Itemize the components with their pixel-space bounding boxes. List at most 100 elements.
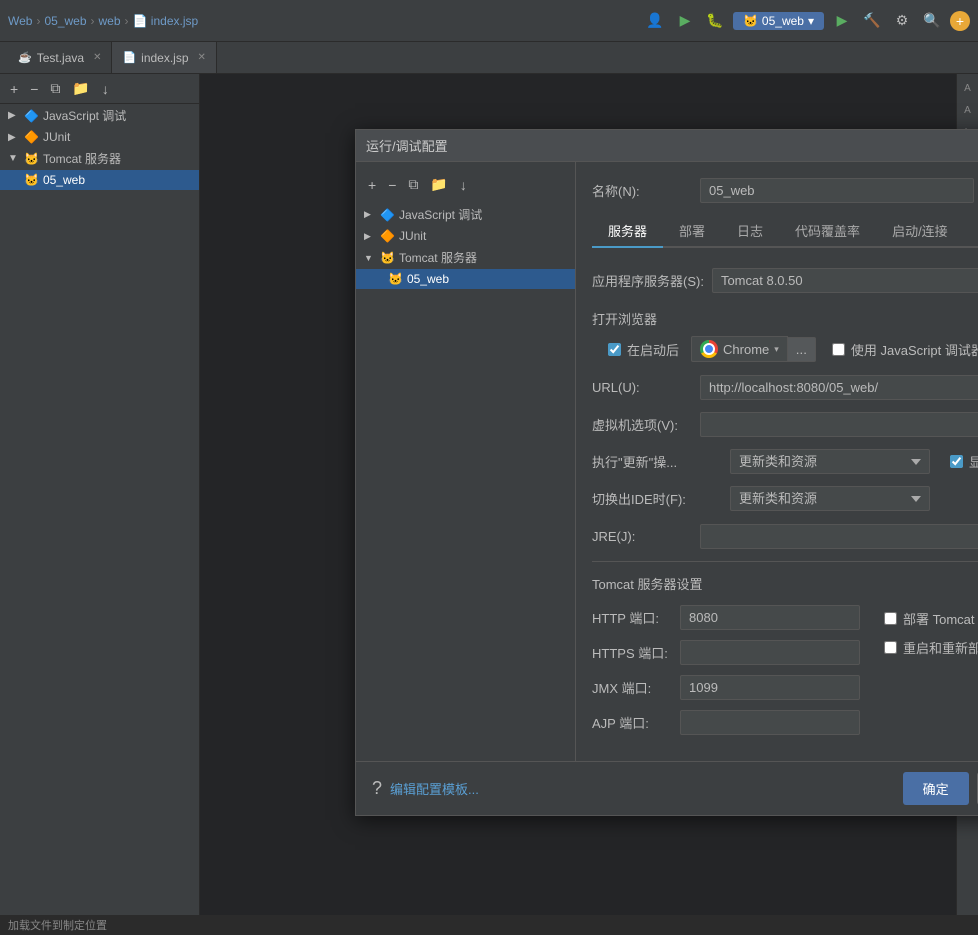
dialog-overlay: 运行/调试配置 ✕ + − ⧉ 📁 ↓ ▶ bbox=[200, 74, 956, 935]
sidebar-add-btn[interactable]: + bbox=[6, 79, 22, 99]
rs-icon-1[interactable]: A bbox=[958, 78, 978, 98]
close-tab-index[interactable]: ✕ bbox=[198, 52, 206, 63]
switch-select[interactable]: 更新类和资源 bbox=[730, 486, 930, 511]
dlg-sort-btn[interactable]: ↓ bbox=[456, 174, 471, 195]
breadcrumb-05web[interactable]: 05_web bbox=[44, 14, 86, 28]
jmx-input[interactable] bbox=[680, 675, 860, 700]
top-bar-left: Web › 05_web › web › 📄 index.jsp bbox=[8, 14, 639, 28]
status-text: 加载文件到制定位置 bbox=[8, 917, 107, 933]
js-debug-label: 使用 JavaScript 调试器(J) bbox=[832, 340, 978, 359]
name-input[interactable] bbox=[700, 178, 974, 203]
ajp-row: AJP 端口: bbox=[592, 710, 860, 735]
build-icon[interactable]: 🔨 bbox=[860, 9, 884, 33]
ajp-label: AJP 端口: bbox=[592, 713, 672, 732]
tab-startup[interactable]: 启动/连接 bbox=[876, 215, 964, 248]
vm-input-group: ⤢ bbox=[700, 412, 978, 437]
dlg-remove-btn[interactable]: − bbox=[384, 174, 400, 195]
tab-index-jsp[interactable]: 📄 index.jsp ✕ bbox=[112, 42, 216, 73]
sidebar-folder-btn[interactable]: 📁 bbox=[68, 78, 93, 99]
vm-row: 虚拟机选项(V): ⤢ bbox=[592, 412, 978, 437]
search-icon[interactable]: 🔍 bbox=[920, 9, 944, 33]
sidebar-item-junit-label: JUnit bbox=[43, 130, 70, 144]
green-arrow-icon[interactable]: ▶ bbox=[673, 9, 697, 33]
dlg-item-tomcat[interactable]: ▼ 🐱 Tomcat 服务器 bbox=[356, 246, 575, 269]
tab-server[interactable]: 服务器 bbox=[592, 215, 663, 248]
after-launch-label: 在启动后 bbox=[608, 340, 679, 359]
show-dialog-checkbox[interactable] bbox=[950, 455, 963, 468]
deploy-checkbox[interactable] bbox=[884, 612, 897, 625]
sidebar-item-tomcat-label: Tomcat 服务器 bbox=[43, 150, 121, 167]
dlg-item-js[interactable]: ▶ 🔷 JavaScript 调试 bbox=[356, 203, 575, 226]
divider-1 bbox=[592, 561, 978, 562]
sidebar-copy-btn[interactable]: ⧉ bbox=[46, 78, 64, 99]
dlg-tomcat-label: Tomcat 服务器 bbox=[399, 249, 477, 266]
https-row: HTTPS 端口: bbox=[592, 640, 860, 665]
browse-more-btn[interactable]: ... bbox=[788, 337, 816, 362]
deploy-checkbox-row: 部署 Tomcat 实例中配置的应用程序(D) bbox=[884, 609, 978, 628]
ports-right: 部署 Tomcat 实例中配置的应用程序(D) 重启和重新部署后保持会话 bbox=[884, 605, 978, 745]
junit-icon: 🔶 bbox=[24, 130, 39, 144]
dlg-arrow-tomcat: ▼ bbox=[364, 253, 376, 263]
js-debug-checkbox[interactable] bbox=[832, 343, 845, 356]
debug-icon[interactable]: 🐛 bbox=[703, 9, 727, 33]
name-row: 名称(N): 存储为项目文件(S) ⚙ bbox=[592, 178, 978, 203]
chrome-icon bbox=[700, 340, 718, 358]
sidebar-item-junit[interactable]: ▶ 🔶 JUnit bbox=[0, 127, 199, 147]
js-icon: 🔷 bbox=[24, 109, 39, 123]
breadcrumb-web2[interactable]: web bbox=[99, 14, 121, 28]
dialog-left-toolbar: + − ⧉ 📁 ↓ bbox=[356, 170, 575, 203]
arrow-junit: ▶ bbox=[8, 132, 20, 143]
url-row: URL(U): 📁 bbox=[592, 374, 978, 400]
after-launch-checkbox[interactable] bbox=[608, 343, 621, 356]
open-browser-section: 打开浏览器 在启动后 Chrome bbox=[592, 309, 978, 362]
tab-test-java[interactable]: ☕ Test.java ✕ bbox=[8, 42, 112, 73]
ok-btn[interactable]: 确定 bbox=[903, 772, 969, 805]
sidebar-item-05web[interactable]: 🐱 05_web bbox=[0, 170, 199, 190]
http-label: HTTP 端口: bbox=[592, 608, 672, 627]
dlg-folder-btn[interactable]: 📁 bbox=[426, 174, 451, 195]
sidebar-item-tomcat[interactable]: ▼ 🐱 Tomcat 服务器 bbox=[0, 147, 199, 170]
update-select[interactable]: 更新类和资源 bbox=[730, 449, 930, 474]
user-icon[interactable]: 👤 bbox=[643, 9, 667, 33]
tab-deploy[interactable]: 部署 bbox=[663, 215, 721, 248]
edit-template-link[interactable]: 编辑配置模板... bbox=[390, 779, 479, 798]
run-config-dropdown[interactable]: 🐱 05_web ▾ bbox=[733, 12, 824, 30]
breadcrumb-web[interactable]: Web bbox=[8, 14, 32, 28]
https-input[interactable] bbox=[680, 640, 860, 665]
browser-dropdown-arrow: ▾ bbox=[774, 344, 779, 355]
app-server-label: 应用程序服务器(S): bbox=[592, 271, 704, 290]
settings-icon[interactable]: ⚙ bbox=[890, 9, 914, 33]
close-tab-test[interactable]: ✕ bbox=[93, 52, 101, 63]
dlg-js-label: JavaScript 调试 bbox=[399, 206, 482, 223]
restart-checkbox[interactable] bbox=[884, 641, 897, 654]
jsp-icon: 📄 bbox=[122, 51, 136, 64]
jre-input[interactable] bbox=[700, 524, 978, 549]
sidebar-item-js[interactable]: ▶ 🔷 JavaScript 调试 bbox=[0, 104, 199, 127]
tab-coverage[interactable]: 代码覆盖率 bbox=[779, 215, 876, 248]
plus-icon[interactable]: + bbox=[950, 11, 970, 31]
url-input[interactable] bbox=[700, 375, 978, 400]
help-btn[interactable]: ? bbox=[372, 778, 382, 799]
jre-label: JRE(J): bbox=[592, 529, 692, 544]
sidebar-sort-btn[interactable]: ↓ bbox=[98, 79, 113, 99]
dlg-item-junit[interactable]: ▶ 🔶 JUnit bbox=[356, 226, 575, 246]
dlg-add-btn[interactable]: + bbox=[364, 174, 380, 195]
run-btn[interactable]: ▶ bbox=[830, 9, 854, 33]
arrow-js: ▶ bbox=[8, 110, 20, 121]
sidebar-remove-btn[interactable]: − bbox=[26, 79, 42, 99]
http-input[interactable] bbox=[680, 605, 860, 630]
vm-input[interactable] bbox=[700, 412, 978, 437]
rs-icon-2[interactable]: A bbox=[958, 100, 978, 120]
switch-label: 切换出IDE时(F): bbox=[592, 489, 722, 508]
tomcat-server-icon: 🐱 bbox=[24, 173, 39, 187]
dlg-js-icon: 🔷 bbox=[380, 208, 395, 222]
dlg-copy-btn[interactable]: ⧉ bbox=[404, 174, 422, 195]
tab-log[interactable]: 日志 bbox=[721, 215, 779, 248]
dlg-item-05web[interactable]: 🐱 05_web bbox=[356, 269, 575, 289]
tab-bar: ☕ Test.java ✕ 📄 index.jsp ✕ bbox=[0, 42, 978, 74]
breadcrumb-index[interactable]: 📄 index.jsp bbox=[133, 14, 199, 28]
app-server-select[interactable]: Tomcat 8.0.50 bbox=[712, 268, 978, 293]
open-browser-title: 打开浏览器 bbox=[592, 309, 978, 328]
ajp-input[interactable] bbox=[680, 710, 860, 735]
deploy-checkbox-label: 部署 Tomcat 实例中配置的应用程序(D) bbox=[884, 609, 978, 628]
